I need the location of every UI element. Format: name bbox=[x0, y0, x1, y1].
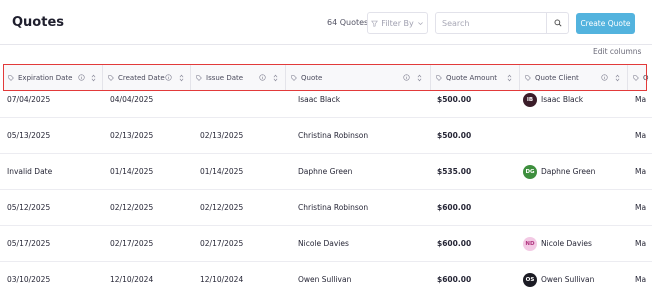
expiration-date-cell: 05/12/2025 bbox=[7, 203, 51, 212]
expiration-date-cell: 07/04/2025 bbox=[7, 95, 51, 104]
tag-icon bbox=[196, 74, 202, 81]
issue-date-cell: 12/10/2024 bbox=[200, 275, 244, 284]
client-name: Nicole Davies bbox=[541, 239, 592, 248]
quote-cell: Isaac Black bbox=[298, 95, 341, 104]
info-icon[interactable] bbox=[403, 74, 410, 81]
sort-icon[interactable] bbox=[615, 74, 620, 82]
issue-date-cell: 01/14/2025 bbox=[200, 167, 244, 176]
tag-icon bbox=[291, 74, 297, 81]
quote-cell: Nicole Davies bbox=[298, 239, 349, 248]
expiration-date-cell: 05/13/2025 bbox=[7, 131, 51, 140]
truncated-cell: Ma bbox=[635, 131, 647, 140]
avatar: ND bbox=[523, 236, 537, 251]
quote-cell: Daphne Green bbox=[298, 167, 353, 176]
sort-icon[interactable] bbox=[417, 74, 422, 82]
sort-icon[interactable] bbox=[91, 74, 96, 82]
truncated-cell: Ma bbox=[635, 203, 647, 212]
tag-icon bbox=[8, 74, 14, 81]
created-date-cell: 04/04/2025 bbox=[110, 95, 154, 104]
sort-icon[interactable] bbox=[507, 74, 512, 82]
quote-amount-cell: $600.00 bbox=[437, 239, 472, 248]
truncated-cell: Ma bbox=[635, 239, 647, 248]
expiration-date-cell: 05/17/2025 bbox=[7, 239, 51, 248]
expiration-date-cell: Invalid Date bbox=[7, 167, 53, 176]
quote-client-cell: DG Daphne Green bbox=[523, 154, 595, 189]
funnel-icon bbox=[371, 20, 379, 27]
quote-amount-cell: $600.00 bbox=[437, 203, 472, 212]
quote-client-cell: OS Owen Sullivan bbox=[523, 262, 594, 295]
quote-client-cell: ND Nicole Davies bbox=[523, 226, 592, 261]
info-icon[interactable] bbox=[165, 74, 172, 81]
info-icon[interactable] bbox=[259, 74, 266, 81]
column-label: Created Date bbox=[118, 73, 165, 82]
avatar: DG bbox=[523, 164, 537, 179]
search-input[interactable] bbox=[436, 13, 546, 33]
tag-icon bbox=[633, 74, 639, 81]
column-label: Issue Date bbox=[206, 73, 244, 82]
quotes-table: Expiration Date Created Date Issue Date … bbox=[0, 64, 652, 295]
page-title: Quotes bbox=[12, 15, 65, 30]
truncated-cell: Ma bbox=[635, 95, 647, 104]
issue-date-cell: 02/12/2025 bbox=[200, 203, 244, 212]
search-button[interactable] bbox=[546, 13, 568, 33]
avatar: OS bbox=[523, 272, 537, 287]
create-quote-button[interactable]: Create Quote bbox=[576, 13, 635, 34]
client-name: Daphne Green bbox=[541, 167, 596, 176]
column-label: Expiration Date bbox=[18, 73, 73, 82]
table-row[interactable]: 05/13/2025 02/13/2025 02/13/2025 Christina … bbox=[0, 118, 652, 154]
table-row[interactable]: 05/17/2025 02/17/2025 02/17/2025 Nicole Dav… bbox=[0, 226, 652, 262]
filter-by-button[interactable]: Filter By bbox=[367, 12, 428, 34]
column-label: Q bbox=[643, 73, 649, 82]
column-label: Quote bbox=[301, 73, 323, 82]
quote-amount-cell: $600.00 bbox=[437, 275, 472, 284]
table-row[interactable]: 03/10/2025 12/10/2024 12/10/2024 Owen Sulli… bbox=[0, 262, 652, 295]
created-date-cell: 01/14/2025 bbox=[110, 167, 154, 176]
quote-cell: Christina Robinson bbox=[298, 131, 369, 140]
quote-cell: Owen Sullivan bbox=[298, 275, 352, 284]
client-name: Owen Sullivan bbox=[541, 275, 595, 284]
expiration-date-cell: 03/10/2025 bbox=[7, 275, 51, 284]
info-icon[interactable] bbox=[601, 74, 608, 81]
edit-columns-link[interactable]: Edit columns bbox=[593, 47, 641, 56]
table-row[interactable]: Invalid Date 01/14/2025 01/14/2025 Daphne G… bbox=[0, 154, 652, 190]
column-label: Quote Amount bbox=[446, 73, 498, 82]
avatar: IB bbox=[523, 92, 537, 107]
quote-client-cell: IB Isaac Black bbox=[523, 82, 583, 117]
truncated-cell: Ma bbox=[635, 167, 647, 176]
table-row[interactable]: 07/04/2025 04/04/2025 Isaac Black $500.00 IB… bbox=[0, 82, 652, 118]
top-bar: Quotes 64 Quotes Filter By Create Quote bbox=[0, 0, 652, 45]
quote-amount-cell: $535.00 bbox=[437, 167, 472, 176]
created-date-cell: 02/13/2025 bbox=[110, 131, 154, 140]
tag-icon bbox=[436, 74, 442, 81]
chevron-down-icon bbox=[417, 21, 423, 25]
quote-count: 64 Quotes bbox=[327, 18, 369, 27]
quote-amount-cell: $500.00 bbox=[437, 131, 472, 140]
quote-amount-cell: $500.00 bbox=[437, 95, 472, 104]
created-date-cell: 12/10/2024 bbox=[110, 275, 154, 284]
tag-icon bbox=[525, 74, 531, 81]
search-icon bbox=[554, 19, 562, 27]
client-name: Isaac Black bbox=[541, 95, 584, 104]
table-row[interactable]: 05/12/2025 02/12/2025 02/12/2025 Christina … bbox=[0, 190, 652, 226]
sort-icon[interactable] bbox=[179, 74, 184, 82]
sort-icon[interactable] bbox=[273, 74, 278, 82]
filter-by-label: Filter By bbox=[381, 18, 414, 28]
info-icon[interactable] bbox=[78, 74, 85, 81]
issue-date-cell: 02/13/2025 bbox=[200, 131, 244, 140]
created-date-cell: 02/17/2025 bbox=[110, 239, 154, 248]
truncated-cell: Ma bbox=[635, 275, 647, 284]
search-box bbox=[435, 12, 569, 34]
column-label: Quote Client bbox=[535, 73, 579, 82]
issue-date-cell: 02/17/2025 bbox=[200, 239, 244, 248]
quote-cell: Christina Robinson bbox=[298, 203, 369, 212]
tag-icon bbox=[108, 74, 114, 81]
created-date-cell: 02/12/2025 bbox=[110, 203, 154, 212]
